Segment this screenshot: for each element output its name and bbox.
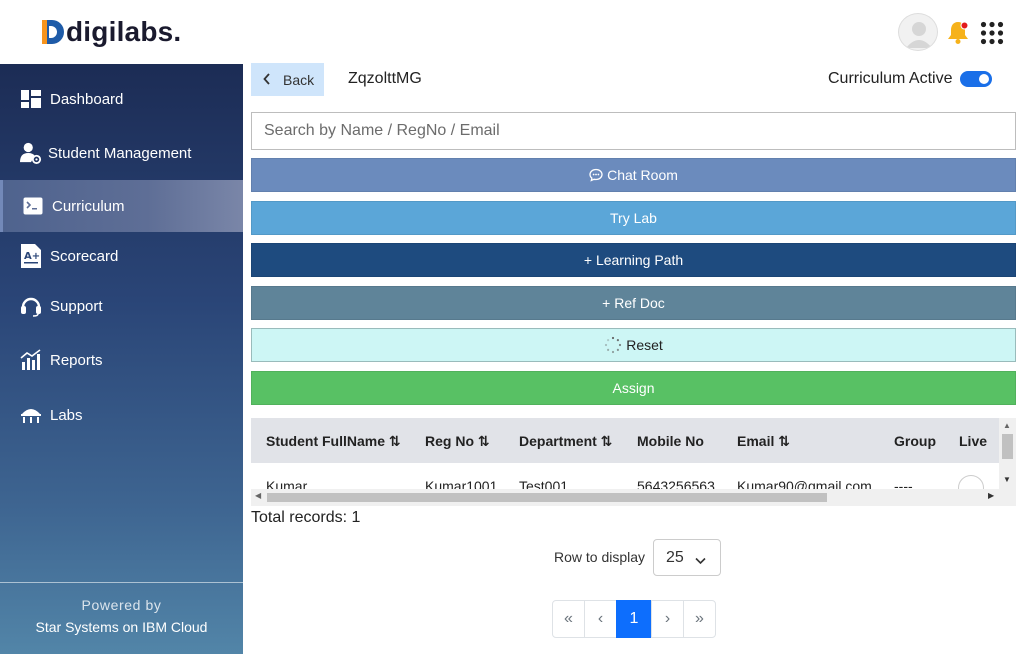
first-page-button[interactable]: « (552, 600, 585, 638)
top-header: digilabs. (0, 0, 1024, 64)
headset-icon (20, 295, 42, 317)
students-table: Student FullName ⇅ Reg No ⇅ Department ⇅… (251, 418, 1016, 506)
curriculum-active-toggle[interactable] (960, 71, 992, 87)
back-button[interactable]: Back (251, 63, 324, 96)
curriculum-title: ZqzolttMG (348, 70, 422, 87)
scorecard-icon: A+ (20, 244, 42, 268)
scroll-down-icon[interactable]: ▼ (1003, 475, 1011, 484)
curriculum-icon (22, 195, 44, 217)
scroll-up-icon[interactable]: ▲ (1003, 421, 1011, 430)
powered-by-footer: Powered by Star Systems on IBM Cloud (0, 582, 243, 635)
sidebar-item-label: Reports (50, 351, 103, 369)
total-records: Total records: 1 (251, 509, 361, 526)
page-1-button[interactable]: 1 (616, 600, 652, 638)
chat-room-button[interactable]: Chat Room (251, 158, 1016, 192)
sidebar-item-dashboard[interactable]: Dashboard (0, 73, 243, 125)
labs-icon (20, 404, 42, 426)
chat-room-label: Chat Room (607, 167, 678, 183)
sidebar-item-reports[interactable]: Reports (0, 334, 243, 386)
rows-per-page-select[interactable]: 25 (653, 539, 721, 576)
pagination: « ‹ 1 › » (552, 600, 716, 638)
learning-path-button[interactable]: + Learning Path (251, 243, 1016, 277)
dashboard-icon (20, 88, 42, 110)
assign-label: Assign (612, 380, 655, 396)
ref-doc-label: + Ref Doc (602, 295, 665, 311)
chevron-left-icon (263, 72, 271, 88)
try-lab-label: Try Lab (610, 210, 657, 226)
prev-page-button[interactable]: ‹ (584, 600, 617, 638)
vertical-scrollbar[interactable]: ▲ ▼ (999, 418, 1016, 506)
digilabs-logo[interactable]: digilabs. (42, 16, 181, 48)
sidebar-item-label: Labs (50, 406, 83, 424)
svg-text:A+: A+ (24, 251, 40, 262)
back-label: Back (283, 71, 315, 88)
column-header-mobile: Mobile No (637, 433, 704, 449)
user-avatar[interactable] (898, 13, 938, 51)
column-header-regno[interactable]: Reg No ⇅ (425, 433, 490, 450)
apps-grid-icon[interactable] (980, 21, 1004, 45)
logo-text: digilabs. (66, 16, 182, 47)
sidebar-item-curriculum[interactable]: Curriculum (0, 180, 243, 232)
sidebar-item-label: Student Management (48, 144, 192, 162)
sidebar-item-label: Scorecard (50, 247, 119, 265)
learning-path-label: + Learning Path (583, 252, 684, 268)
rows-per-page-value: 25 (666, 548, 684, 566)
powered-by-label: Powered by (81, 597, 162, 613)
curriculum-active-label: Curriculum Active (828, 70, 953, 87)
scroll-right-icon[interactable]: ▶ (988, 491, 994, 500)
student-management-icon (20, 142, 42, 164)
column-header-department[interactable]: Department ⇅ (519, 433, 612, 450)
ref-doc-button[interactable]: + Ref Doc (251, 286, 1016, 320)
scroll-left-icon[interactable]: ◀ (255, 491, 261, 500)
rows-to-display-label: Row to display (554, 549, 646, 565)
sidebar-item-scorecard[interactable]: A+ Scorecard (0, 230, 243, 282)
reset-label: Reset (626, 337, 663, 353)
sidebar-item-label: Support (50, 297, 103, 315)
try-lab-button[interactable]: Try Lab (251, 201, 1016, 235)
logo-mark-icon (42, 20, 64, 44)
sidebar-item-label: Curriculum (52, 197, 125, 215)
reset-spinner-icon (604, 336, 622, 354)
reports-icon (20, 349, 42, 371)
search-input[interactable] (251, 112, 1016, 150)
powered-by-company: Star Systems on IBM Cloud (35, 619, 208, 635)
sidebar-item-label: Dashboard (50, 90, 124, 108)
next-page-button[interactable]: › (651, 600, 684, 638)
sidebar-item-support[interactable]: Support (0, 280, 243, 332)
chevron-down-icon (695, 552, 706, 570)
column-header-live: Live (959, 433, 988, 449)
column-header-fullname[interactable]: Student FullName ⇅ (266, 433, 401, 450)
sidebar-item-student-management[interactable]: Student Management (0, 127, 243, 179)
column-header-email[interactable]: Email ⇅ (737, 433, 790, 450)
chat-bubble-icon (589, 168, 603, 182)
last-page-button[interactable]: » (683, 600, 716, 638)
table-header: Student FullName ⇅ Reg No ⇅ Department ⇅… (251, 418, 999, 463)
notification-bell-icon[interactable] (944, 18, 972, 46)
sidebar-item-labs[interactable]: Labs (0, 389, 243, 441)
horizontal-scrollbar[interactable]: ◀ ▶ (251, 489, 999, 506)
sidebar: Dashboard Student Management Curriculum … (0, 64, 243, 654)
reset-button[interactable]: Reset (251, 328, 1016, 362)
column-header-group: Group (894, 433, 936, 449)
assign-button[interactable]: Assign (251, 371, 1016, 405)
